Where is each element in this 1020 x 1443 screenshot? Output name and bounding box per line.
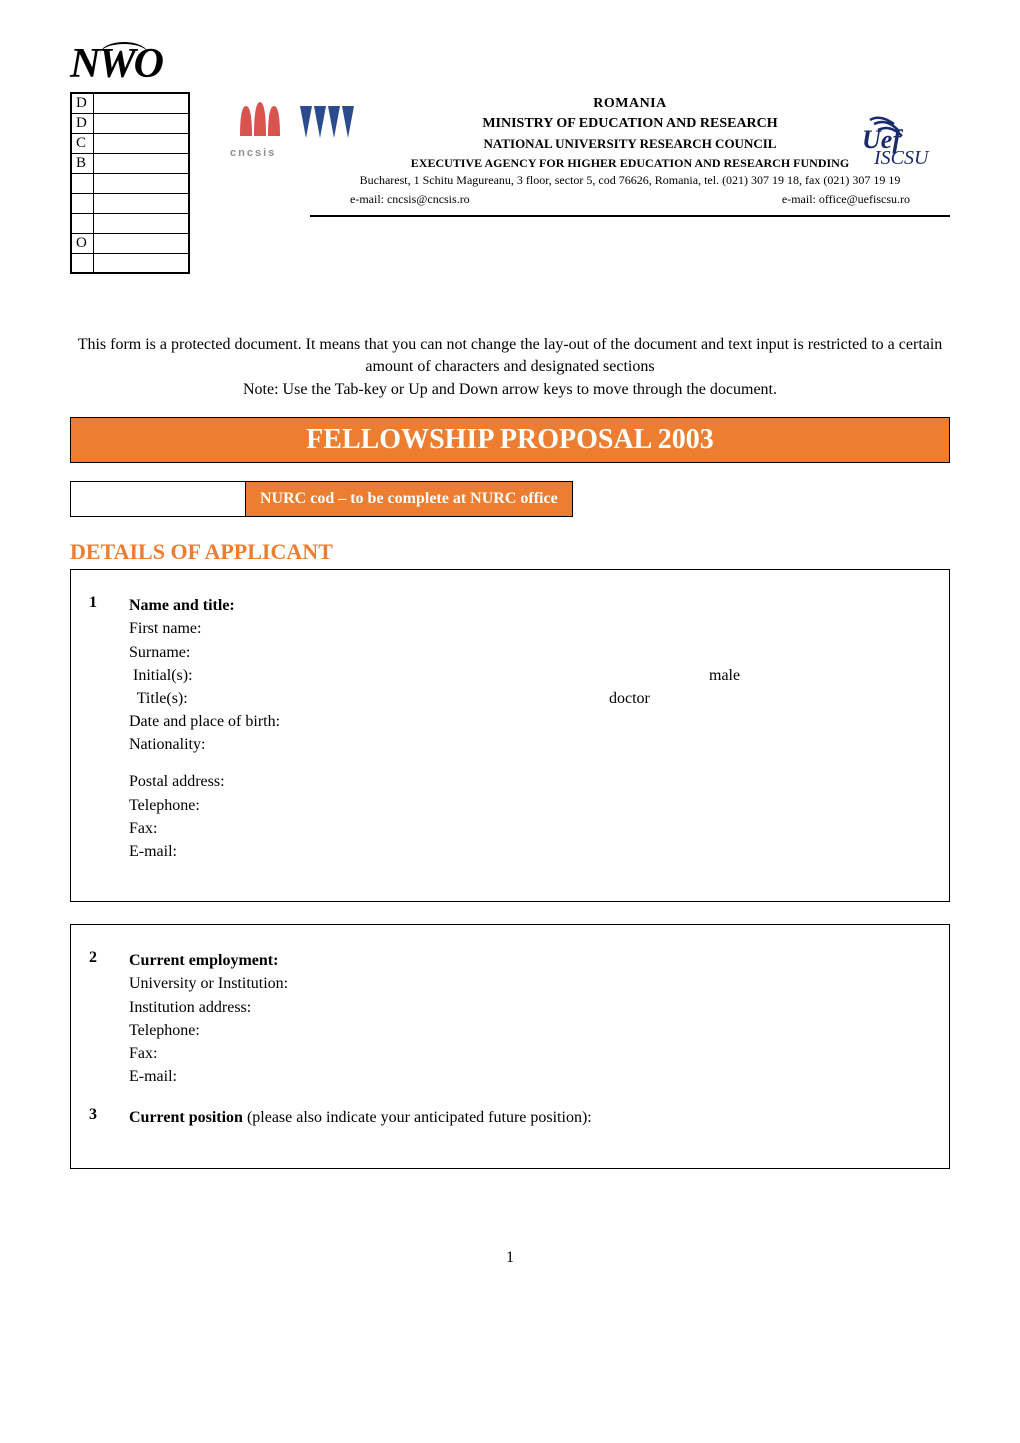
notice-line-1: This form is a protected document. It me…: [70, 334, 950, 379]
code-cell-blank: [93, 193, 189, 213]
header-ministry: MINISTRY OF EDUCATION AND RESEARCH: [310, 116, 950, 132]
code-cell: [71, 173, 93, 193]
gender-value[interactable]: male: [709, 664, 740, 687]
header-address: Bucharest, 1 Schitu Magureanu, 3 floor, …: [310, 173, 950, 188]
code-cell-blank: [93, 213, 189, 233]
current-position-heading: Current position: [129, 1109, 247, 1126]
code-cell-blank: [93, 113, 189, 133]
code-cell-blank: [93, 133, 189, 153]
code-cell: [71, 193, 93, 213]
section-number-3: 3: [89, 1106, 129, 1124]
fellowship-proposal-title: FELLOWSHIP PROPOSAL 2003: [70, 417, 950, 463]
code-cell: B: [71, 153, 93, 173]
notice-line-2: Note: Use the Tab-key or Up and Down arr…: [70, 379, 950, 401]
header-email-left: e-mail: cncsis@cncsis.ro: [350, 192, 470, 207]
dob-label: Date and place of birth:: [129, 710, 931, 733]
protected-document-notice: This form is a protected document. It me…: [70, 334, 950, 401]
code-cell-blank: [93, 233, 189, 253]
code-cell-blank: [93, 93, 189, 113]
nurc-code-input-box[interactable]: [70, 481, 245, 517]
code-cell: [71, 213, 93, 233]
nwo-logo-text: NWO: [70, 40, 162, 88]
employment-box: 2 Current employment: University or Inst…: [70, 924, 950, 1168]
code-cell: O: [71, 233, 93, 253]
telephone-label: Telephone:: [129, 794, 931, 817]
surname-label: Surname:: [129, 641, 931, 664]
header-text-block: ROMANIA MINISTRY OF EDUCATION AND RESEAR…: [310, 96, 950, 217]
page-number: 1: [70, 1249, 950, 1267]
employment-fax-label: Fax:: [129, 1042, 931, 1065]
code-cell-blank: [93, 153, 189, 173]
current-position-note: (please also indicate your anticipated f…: [247, 1109, 592, 1126]
nationality-label: Nationality:: [129, 733, 931, 756]
nurc-code-row: NURC cod – to be complete at NURC office: [70, 481, 950, 517]
current-employment-heading: Current employment:: [129, 952, 278, 969]
fax-label: Fax:: [129, 817, 931, 840]
header-email-right: e-mail: office@uefiscsu.ro: [782, 192, 910, 207]
applicant-details-box: 1 Name and title: First name: Surname: I…: [70, 569, 950, 902]
code-cell-blank: [93, 173, 189, 193]
first-name-label: First name:: [129, 617, 931, 640]
title-value[interactable]: doctor: [609, 687, 709, 710]
name-title-heading: Name and title:: [129, 597, 235, 614]
code-table: D D C B O: [70, 92, 190, 274]
section-number-1: 1: [89, 594, 129, 612]
email-label: E-mail:: [129, 840, 931, 863]
code-cell: C: [71, 133, 93, 153]
header-agency: EXECUTIVE AGENCY FOR HIGHER EDUCATION AN…: [310, 156, 950, 171]
header-romania: ROMANIA: [310, 96, 950, 112]
postal-address-label: Postal address:: [129, 770, 931, 793]
code-cell-blank: [93, 253, 189, 273]
nurc-code-label: NURC cod – to be complete at NURC office: [245, 481, 573, 517]
employment-email-label: E-mail:: [129, 1065, 931, 1088]
section-number-2: 2: [89, 949, 129, 967]
code-cell: D: [71, 113, 93, 133]
employment-telephone-label: Telephone:: [129, 1019, 931, 1042]
code-cell: [71, 253, 93, 273]
university-label: University or Institution:: [129, 972, 931, 995]
initials-label: Initial(s):: [129, 664, 709, 687]
document-header: NWO D D C B O: [70, 40, 950, 274]
code-cell: D: [71, 93, 93, 113]
header-divider: [310, 215, 950, 217]
cncsis-red-icon: [230, 96, 290, 138]
nwo-logo: NWO: [70, 40, 950, 88]
institution-address-label: Institution address:: [129, 996, 931, 1019]
title-label: Title(s):: [129, 687, 609, 710]
header-council: NATIONAL UNIVERSITY RESEARCH COUNCIL: [310, 136, 950, 152]
section-title-applicant: DETAILS OF APPLICANT: [70, 539, 950, 565]
